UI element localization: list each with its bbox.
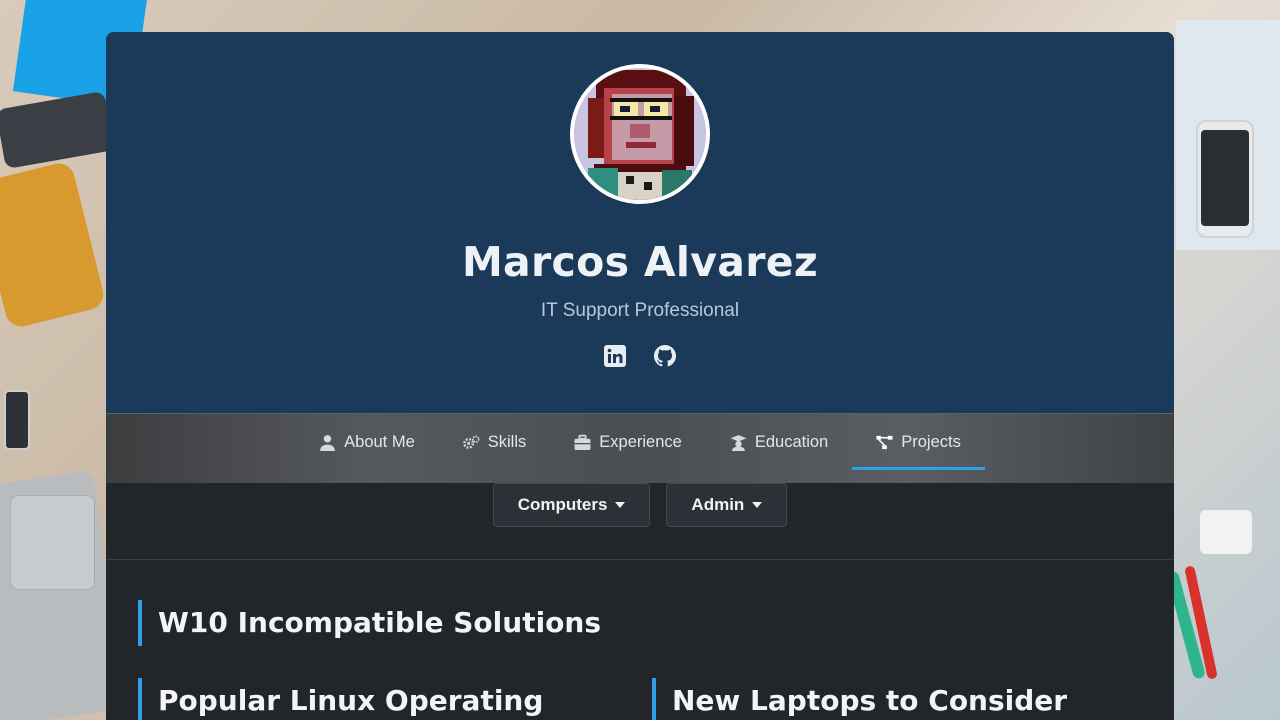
tab-label: Projects: [901, 432, 961, 451]
briefcase-icon: [574, 434, 591, 450]
profile-header: Marcos Alvarez IT Support Professional: [106, 32, 1174, 413]
tab-education[interactable]: Education: [706, 414, 852, 470]
project-filters: Computers Admin: [106, 483, 1174, 560]
background-case: [0, 90, 115, 170]
gears-icon: [462, 434, 480, 449]
profile-name: Marcos Alvarez: [461, 238, 819, 286]
tab-label: Education: [754, 432, 829, 451]
user-icon: [320, 434, 336, 451]
tab-experience[interactable]: Experience: [550, 414, 706, 470]
tab-label: About Me: [344, 432, 415, 451]
profile-title: IT Support Professional: [540, 300, 740, 321]
dropdown-label: Admin: [691, 495, 745, 514]
caret-down-icon: [752, 502, 763, 508]
avatar: [570, 64, 710, 204]
section-heading: New Laptops to Consider: [652, 678, 1067, 720]
dropdown-label: Computers: [517, 495, 608, 514]
linkedin-icon[interactable]: [603, 344, 627, 368]
tab-projects[interactable]: Projects: [852, 414, 985, 470]
avatar-pixel-portrait: [574, 68, 706, 200]
project-diagram-icon: [876, 435, 893, 449]
background-trackpad: [10, 495, 95, 590]
tab-label: Skills: [487, 432, 527, 451]
section-heading: Popular Linux Operating: [138, 678, 543, 720]
tab-skills[interactable]: Skills: [439, 414, 551, 470]
tab-label: Experience: [599, 432, 682, 451]
tab-about-me[interactable]: About Me: [295, 414, 439, 470]
admin-dropdown-button[interactable]: Admin: [666, 483, 788, 527]
social-links: [603, 344, 677, 368]
github-icon[interactable]: [653, 344, 677, 368]
avatar-image: [574, 68, 706, 200]
background-phone: [4, 390, 30, 450]
profile-card: Marcos Alvarez IT Support Professional A…: [106, 32, 1174, 720]
section-nav: About Me Skills Experience Education Pro…: [106, 413, 1174, 483]
section-heading: W10 Incompatible Solutions: [138, 600, 601, 646]
computers-dropdown-button[interactable]: Computers: [492, 483, 651, 527]
caret-down-icon: [615, 502, 626, 508]
background-bag: [0, 160, 107, 330]
graduation-icon: [730, 434, 747, 451]
background-device: [1200, 510, 1252, 554]
background-phone-screen: [1201, 130, 1249, 226]
